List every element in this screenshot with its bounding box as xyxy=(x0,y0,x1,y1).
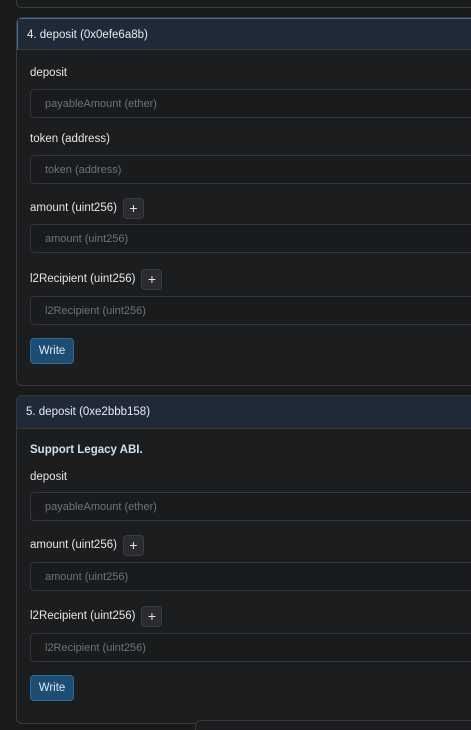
param-label-token: token (address) xyxy=(30,133,110,145)
function-card-deposit-0xe2bbb158: 5. deposit (0xe2bbb158) Support Legacy A… xyxy=(16,395,471,724)
previous-function-card xyxy=(16,0,471,8)
param-label-row: amount (uint256) + xyxy=(30,533,471,557)
payable-label: deposit xyxy=(30,471,68,483)
param-label-row: l2Recipient (uint256) + xyxy=(30,604,471,628)
l2recipient-input[interactable] xyxy=(30,296,471,325)
param-label-row: l2Recipient (uint256) + xyxy=(30,267,471,291)
payable-amount-input[interactable] xyxy=(30,89,471,118)
add-amount-button[interactable]: + xyxy=(122,534,144,556)
add-amount-button[interactable]: + xyxy=(122,197,144,219)
param-label-row: token (address) xyxy=(30,127,471,151)
param-label-l2recipient: l2Recipient (uint256) xyxy=(30,610,136,622)
next-function-card xyxy=(195,720,471,730)
function-header[interactable]: 5. deposit (0xe2bbb158) xyxy=(17,396,471,429)
param-label-amount: amount (uint256) xyxy=(30,539,117,551)
l2recipient-input[interactable] xyxy=(30,633,471,662)
param-label-amount: amount (uint256) xyxy=(30,202,117,214)
write-button[interactable]: Write xyxy=(30,338,74,364)
contract-write-page: 4. deposit (0x0efe6a8b) deposit token (a… xyxy=(0,0,471,730)
amount-input[interactable] xyxy=(30,224,471,253)
payable-label-row: deposit xyxy=(30,465,471,489)
add-l2recipient-button[interactable]: + xyxy=(141,268,163,290)
add-l2recipient-button[interactable]: + xyxy=(141,605,163,627)
token-address-input[interactable] xyxy=(30,155,471,184)
payable-label-row: deposit xyxy=(30,61,471,85)
function-header[interactable]: 4. deposit (0x0efe6a8b) xyxy=(17,18,471,50)
write-button[interactable]: Write xyxy=(30,675,74,701)
param-label-row: amount (uint256) + xyxy=(30,196,471,220)
function-note: Support Legacy ABI. xyxy=(30,444,143,456)
amount-input[interactable] xyxy=(30,562,471,591)
function-card-deposit-0x0efe6a8b: 4. deposit (0x0efe6a8b) deposit token (a… xyxy=(16,17,471,386)
param-label-l2recipient: l2Recipient (uint256) xyxy=(30,273,136,285)
payable-amount-input[interactable] xyxy=(30,492,471,521)
payable-label: deposit xyxy=(30,67,68,79)
